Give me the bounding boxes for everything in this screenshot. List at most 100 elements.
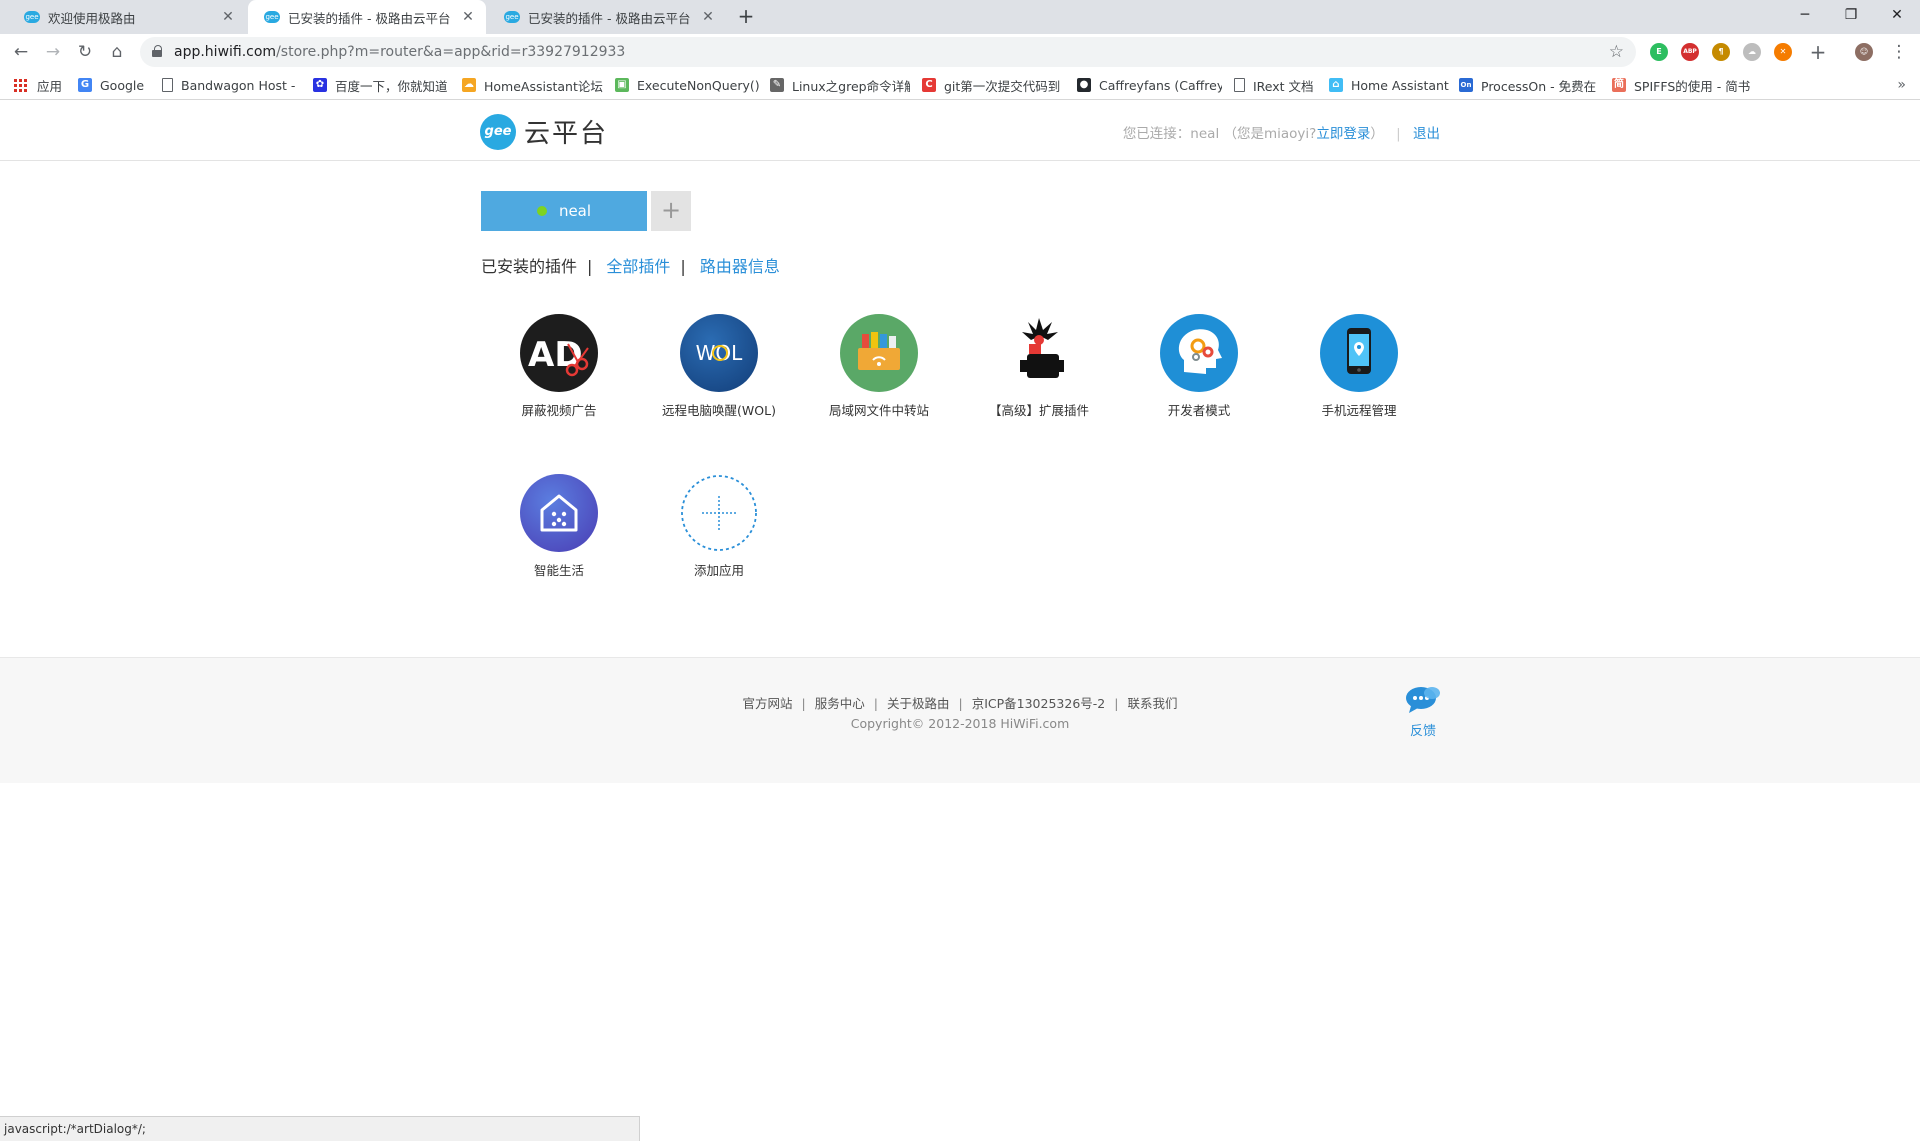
bookmark-item[interactable]: 简 SPIFFS的使用 - 简书: [1612, 70, 1757, 100]
bookmark-star-icon[interactable]: ☆: [1609, 37, 1624, 67]
divider: |: [958, 696, 963, 711]
profile-avatar-icon[interactable]: ☺: [1855, 43, 1873, 61]
bookmark-label: 百度一下，你就知道: [335, 78, 448, 94]
app-advanced-extension[interactable]: 【高级】扩展插件: [959, 314, 1119, 419]
bookmark-item[interactable]: IRext 文档: [1234, 70, 1319, 100]
page-content: gee 云平台 您已连接：neal （您是miaoyi?立即登录） | 退出 n…: [0, 101, 1920, 1141]
site-header: gee 云平台 您已连接：neal （您是miaoyi?立即登录） | 退出: [0, 101, 1920, 161]
app-label: 远程电脑唤醒(WOL): [662, 403, 776, 418]
router-tab-neal[interactable]: neal: [481, 191, 647, 231]
divider: |: [873, 696, 878, 711]
app-smart-life[interactable]: 智能生活: [479, 474, 639, 579]
close-icon[interactable]: ✕: [700, 9, 716, 25]
mobile-remote-icon: [1320, 314, 1398, 392]
app-lan-file-transfer[interactable]: 局域网文件中转站: [799, 314, 959, 419]
app-add[interactable]: 添加应用: [639, 474, 799, 579]
footer-link-contact[interactable]: 联系我们: [1127, 696, 1177, 711]
pilcrow-extension-icon[interactable]: ¶: [1712, 43, 1730, 61]
tab-installed-plugins[interactable]: 已安装的插件: [481, 257, 577, 276]
tab-router-info[interactable]: 路由器信息: [700, 257, 780, 276]
add-extension-icon[interactable]: +: [1805, 39, 1831, 65]
bookmark-item[interactable]: ✿ 百度一下，你就知道: [313, 70, 453, 100]
window-close-icon[interactable]: ✕: [1874, 0, 1920, 30]
svg-text:WOL: WOL: [696, 341, 744, 365]
bookmark-item[interactable]: G Google: [78, 70, 148, 100]
divider: |: [1396, 126, 1401, 142]
app-label: 智能生活: [533, 563, 584, 578]
address-bar[interactable]: app.hiwifi.com/store.php?m=router&a=app&…: [140, 37, 1636, 67]
tab-all-plugins[interactable]: 全部插件: [606, 257, 670, 276]
logo-text[interactable]: 云平台: [524, 113, 608, 150]
adblock-extension-icon[interactable]: ABP: [1681, 43, 1699, 61]
new-tab-button[interactable]: +: [732, 4, 760, 30]
developer-head-gears-icon: [1160, 314, 1238, 392]
bookmark-item[interactable]: ✎ Linux之grep命令详解: [770, 70, 910, 100]
forward-icon[interactable]: →: [40, 39, 66, 65]
login-link[interactable]: 立即登录: [1316, 126, 1370, 142]
close-icon[interactable]: ✕: [220, 9, 236, 25]
restore-icon[interactable]: ❐: [1828, 0, 1874, 30]
menu-kebab-icon[interactable]: ⋮: [1886, 39, 1912, 65]
home-icon[interactable]: ⌂: [104, 39, 130, 65]
tab-title: 欢迎使用极路由: [48, 10, 136, 26]
divider: |: [680, 257, 686, 276]
lock-icon: [152, 45, 162, 58]
bookmark-label: IRext 文档: [1253, 78, 1314, 94]
browser-tab-3[interactable]: gee 已安装的插件 - 极路由云平台 ✕: [488, 0, 726, 34]
footer-link-about[interactable]: 关于极路由: [887, 696, 950, 711]
footer-link-service-center[interactable]: 服务中心: [815, 696, 865, 711]
app-ad-block[interactable]: AD 屏蔽视频广告: [479, 314, 639, 419]
browser-toolbar: ← → ↻ ⌂ app.hiwifi.com/store.php?m=route…: [0, 34, 1920, 70]
bookmark-item[interactable]: Cgit第一次提交代码到: [922, 70, 1067, 100]
app-mobile-remote[interactable]: 手机远程管理: [1279, 314, 1439, 419]
baidu-paw-icon: ✿: [313, 78, 327, 92]
bookmark-item[interactable]: 应用: [14, 70, 64, 100]
bookmark-item[interactable]: Bandwagon Host -: [162, 70, 302, 100]
router-name: neal: [558, 202, 592, 220]
feedback-label: 反馈: [1409, 724, 1436, 739]
reload-icon[interactable]: ↻: [72, 39, 98, 65]
bookmark-label: Caffreyfans (Caffrey: [1099, 77, 1222, 93]
copyright-text: Copyright© 2012-2018 HiWiFi.com: [850, 716, 1070, 731]
gee-favicon-icon: gee: [264, 11, 280, 23]
logout-link[interactable]: 退出: [1413, 126, 1440, 142]
bookmark-label: Google: [100, 77, 145, 93]
browser-tab-2[interactable]: gee 已安装的插件 - 极路由云平台 ✕: [248, 0, 486, 34]
url-path: /store.php?m=router&a=app&rid=r339279129…: [276, 44, 626, 60]
browser-tab-1[interactable]: gee 欢迎使用极路由 ✕: [8, 0, 246, 34]
page-icon: [162, 78, 173, 92]
bookmark-label: git第一次提交代码到: [944, 78, 1061, 94]
divider: |: [587, 257, 593, 276]
cloud-extension-icon[interactable]: ☁: [1743, 43, 1761, 61]
app-developer-mode[interactable]: 开发者模式: [1119, 314, 1279, 419]
connected-router-text: 您已连接：neal: [1122, 126, 1220, 142]
feedback-button[interactable]: 反馈: [1400, 684, 1446, 739]
apps-grid-icon: [14, 78, 27, 92]
footer-link-icp[interactable]: 京ICP备13025326号-2: [972, 696, 1106, 711]
page-icon: [1234, 78, 1245, 92]
minimize-icon[interactable]: ─: [1782, 0, 1828, 30]
gee-favicon-icon: gee: [504, 11, 520, 23]
gee-favicon-icon: gee: [24, 11, 40, 23]
homeassistant-forum-icon: ☁: [462, 78, 476, 92]
footer-link-official-site[interactable]: 官方网站: [743, 696, 793, 711]
plugin-subnav: 已安装的插件 | 全部插件 | 路由器信息: [481, 253, 780, 277]
gee-logo-icon[interactable]: gee: [480, 114, 516, 150]
close-icon[interactable]: ✕: [460, 9, 476, 25]
bookmark-item[interactable]: ● Caffreyfans (Caffrey: [1077, 70, 1222, 100]
add-router-button[interactable]: +: [651, 191, 691, 231]
bookmark-item[interactable]: ▣ ExecuteNonQuery(): [615, 70, 760, 100]
github-icon: ●: [1077, 78, 1091, 92]
app-wol[interactable]: WOL 远程电脑唤醒(WOL): [639, 314, 799, 419]
bookmark-label: ProcessOn - 免费在: [1481, 78, 1597, 94]
site-footer: 官方网站 | 服务中心 | 关于极路由 | 京ICP备13025326号-2 | 联系我们 Co…: [0, 657, 1920, 783]
bookmark-item[interactable]: ⌂ Home Assistant: [1329, 70, 1449, 100]
bookmark-item[interactable]: ☁ HomeAssistant论坛: [462, 70, 607, 100]
evernote-extension-icon[interactable]: E: [1650, 43, 1668, 61]
bookmarks-overflow-icon[interactable]: »: [1897, 70, 1906, 100]
back-icon[interactable]: ←: [8, 39, 34, 65]
bookmark-label: ExecuteNonQuery(): [637, 77, 760, 93]
bookmark-item[interactable]: On ProcessOn - 免费在: [1459, 70, 1604, 100]
orange-extension-icon[interactable]: ✕: [1774, 43, 1792, 61]
tab-title: 已安装的插件 - 极路由云平台: [528, 10, 691, 26]
